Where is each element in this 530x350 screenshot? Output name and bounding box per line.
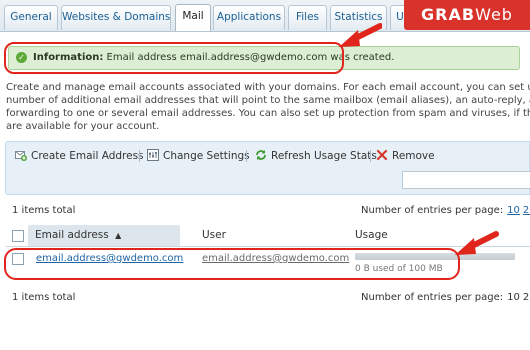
entries-per-page-label: Number of entries per page: bbox=[361, 292, 504, 303]
remove-label: Remove bbox=[392, 150, 435, 162]
highlight-ring-row bbox=[4, 248, 460, 280]
create-email-button[interactable]: Create Email Address bbox=[15, 148, 144, 164]
page-size-10[interactable]: 10 bbox=[507, 292, 520, 303]
refresh-usage-button[interactable]: Refresh Usage Stats bbox=[255, 148, 377, 164]
change-settings-label: Change Settings bbox=[163, 150, 250, 162]
tab-websites-domains[interactable]: Websites & Domains bbox=[61, 5, 171, 30]
column-user[interactable]: User bbox=[202, 225, 226, 246]
entries-per-page-label: Number of entries per page: bbox=[361, 205, 504, 216]
tab-mail[interactable]: Mail bbox=[175, 4, 211, 31]
tab-files[interactable]: Files bbox=[288, 5, 327, 30]
create-email-label: Create Email Address bbox=[31, 150, 144, 162]
entries-per-page-bottom: Number of entries per page:10251 bbox=[361, 292, 530, 303]
column-usage[interactable]: Usage bbox=[355, 225, 388, 246]
watermark-part2: Web bbox=[475, 5, 513, 24]
refresh-usage-label: Refresh Usage Stats bbox=[271, 150, 377, 162]
items-total-bottom: 1 items total bbox=[12, 292, 76, 303]
sort-ascending-icon: ▲ bbox=[115, 231, 122, 240]
highlight-ring-info bbox=[4, 42, 344, 74]
toolbar-divider bbox=[139, 150, 140, 162]
description-line: forwarding to one or several email addre… bbox=[6, 108, 530, 119]
description-line: number of additional email addresses tha… bbox=[6, 95, 530, 106]
page-size-25[interactable]: 25 bbox=[523, 205, 530, 216]
entries-per-page: Number of entries per page:10251 bbox=[361, 205, 530, 216]
mail-toolbar: Create Email Address Change Settings Ref… bbox=[5, 141, 530, 195]
column-email-label: Email address bbox=[35, 229, 109, 241]
page-size-25[interactable]: 25 bbox=[523, 292, 530, 303]
remove-button[interactable]: Remove bbox=[376, 148, 435, 164]
add-mail-icon bbox=[15, 151, 27, 161]
select-all-checkbox[interactable] bbox=[12, 230, 24, 242]
watermark-part1: GRAB bbox=[421, 5, 476, 24]
items-total: 1 items total bbox=[12, 205, 76, 216]
toolbar-divider bbox=[246, 150, 247, 162]
highlight-arrow-icon bbox=[339, 23, 382, 47]
description-line: Create and manage email accounts associa… bbox=[6, 82, 530, 93]
description-line: are available for your account. bbox=[6, 121, 160, 132]
change-settings-button[interactable]: Change Settings bbox=[147, 148, 250, 164]
search-input[interactable] bbox=[402, 171, 530, 189]
tab-applications[interactable]: Applications bbox=[213, 5, 285, 30]
column-email[interactable]: Email address ▲ bbox=[28, 225, 180, 246]
tab-general[interactable]: General bbox=[4, 5, 58, 30]
grabweb-watermark-logo: GRABWeb bbox=[404, 0, 530, 30]
mail-description: Create and manage email accounts associa… bbox=[6, 81, 530, 133]
page-size-10[interactable]: 10 bbox=[507, 205, 520, 216]
remove-icon bbox=[376, 149, 388, 161]
settings-icon bbox=[147, 149, 159, 161]
refresh-icon bbox=[256, 150, 266, 160]
toolbar-divider bbox=[370, 150, 371, 162]
highlight-arrow-icon bbox=[455, 231, 499, 255]
